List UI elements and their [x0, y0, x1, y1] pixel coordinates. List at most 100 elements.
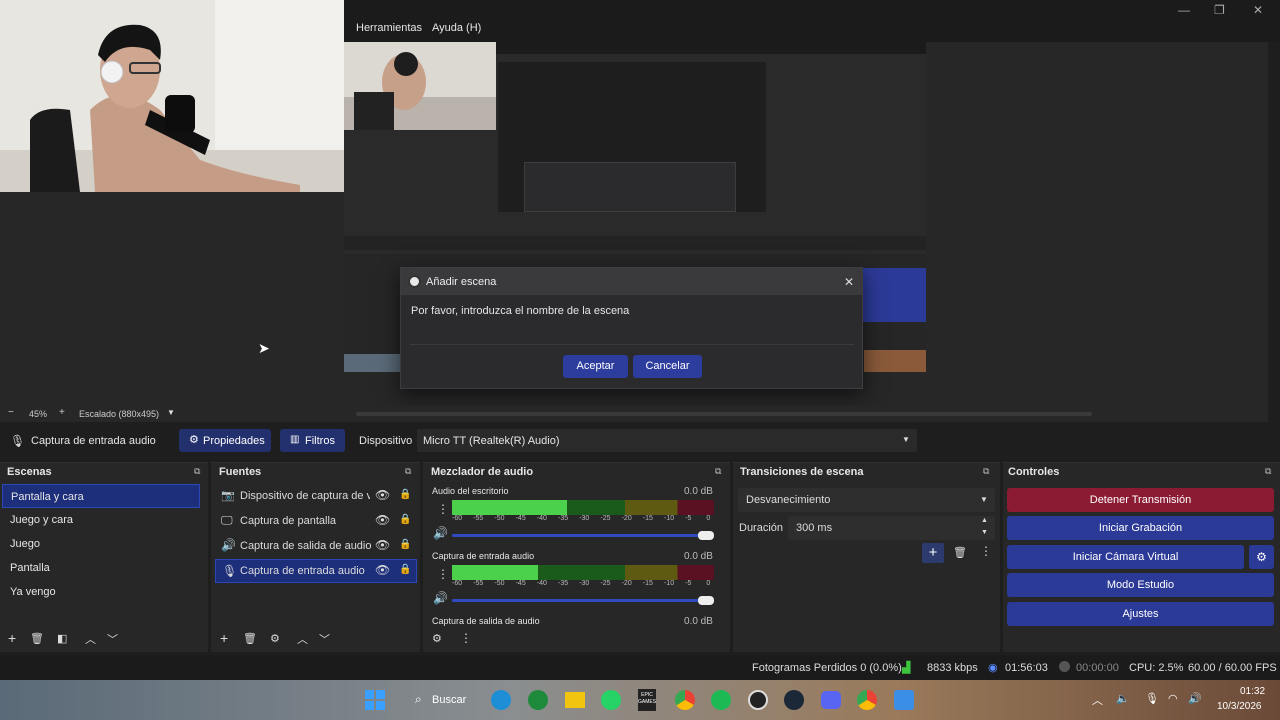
clock-date[interactable]: 10/3/2026 — [1217, 701, 1262, 712]
undock-icon[interactable]: ⧉ — [405, 466, 411, 477]
move-up-button[interactable]: ︿ — [297, 631, 308, 647]
volume-slider[interactable] — [452, 596, 714, 605]
lock-icon[interactable]: 🔒 — [399, 539, 411, 550]
accept-button[interactable]: Aceptar — [563, 355, 628, 378]
edge-icon[interactable] — [491, 690, 511, 710]
channel-menu-icon[interactable]: ⋮ — [437, 502, 449, 516]
chrome-profile-icon[interactable] — [857, 690, 877, 710]
mixer-menu-icon[interactable]: ⋮ — [460, 631, 472, 645]
obs-icon[interactable] — [748, 690, 768, 710]
menu-herramientas[interactable]: Herramientas — [356, 22, 422, 34]
tray-chevron-icon[interactable]: ︿ — [1092, 692, 1103, 708]
scene-item[interactable]: Pantalla — [2, 556, 200, 580]
mute-speaker-icon[interactable]: 🔊 — [433, 526, 448, 540]
source-item[interactable]: 📷 Dispositivo de captura de vi 👁 🔒 — [215, 484, 417, 508]
camera-icon: 📷 — [221, 490, 235, 502]
meter-scale-label: -60 — [452, 515, 463, 522]
dialog-close-button[interactable]: ✕ — [844, 275, 854, 289]
advanced-audio-icon[interactable]: ⚙ — [432, 632, 442, 645]
preview-scrollbar[interactable] — [356, 412, 1092, 416]
add-transition-button[interactable]: + — [922, 543, 944, 563]
spotify-icon[interactable] — [711, 690, 731, 710]
discord-icon[interactable] — [821, 691, 841, 709]
whatsapp-icon[interactable] — [601, 690, 621, 710]
move-up-button[interactable]: ︿ — [85, 631, 96, 647]
channel-menu-icon[interactable]: ⋮ — [437, 567, 449, 581]
scene-item[interactable]: Ya vengo — [2, 580, 200, 604]
lock-icon[interactable]: 🔒 — [399, 564, 411, 575]
maximize-button[interactable]: ❐ — [1214, 3, 1225, 17]
mic-tray-icon[interactable]: 🎙 — [1145, 692, 1159, 705]
volume-icon[interactable]: 🔈 — [1116, 692, 1130, 705]
lock-icon[interactable]: 🔒 — [399, 489, 411, 500]
chevron-down-icon[interactable]: ▼ — [981, 529, 988, 536]
scene-item[interactable]: Pantalla y cara — [2, 484, 200, 508]
clock-time[interactable]: 01:32 — [1240, 686, 1265, 697]
add-source-button[interactable]: + — [220, 630, 228, 646]
mute-speaker-icon[interactable]: 🔊 — [433, 591, 448, 605]
windows-start-icon[interactable] — [365, 690, 385, 710]
close-window-button[interactable]: ✕ — [1253, 3, 1263, 17]
device-select[interactable]: Micro TT (Realtek(R) Audio) ▼ — [417, 429, 917, 452]
taskbar-search[interactable]: Buscar — [432, 694, 466, 706]
minimize-button[interactable]: — — [1178, 3, 1190, 17]
steam-icon[interactable] — [784, 690, 804, 710]
undock-icon[interactable]: ⧉ — [194, 466, 200, 477]
cancel-button[interactable]: Cancelar — [633, 355, 702, 378]
eye-icon[interactable]: 👁 — [375, 488, 390, 502]
sources-title: Fuentes — [219, 466, 262, 478]
source-item[interactable]: 🔊 Captura de salida de audio 👁 🔒 — [215, 534, 417, 558]
volume-slider[interactable] — [452, 531, 714, 540]
epic-games-icon[interactable]: EPIC GAMES — [638, 689, 656, 711]
scale-dropdown-icon[interactable]: ▼ — [167, 408, 175, 417]
wifi-icon[interactable]: ◠ — [1168, 692, 1178, 705]
folder-icon[interactable] — [565, 692, 585, 708]
filters-button[interactable]: ▥ Filtros — [280, 429, 345, 452]
move-down-button[interactable]: ﹀ — [107, 631, 118, 647]
scene-filters-button[interactable]: ◧ — [57, 632, 67, 645]
source-item[interactable]: 🖵 Captura de pantalla 👁 🔒 — [215, 509, 417, 533]
meter-scale-label: -35 — [558, 515, 569, 522]
remove-source-button[interactable]: 🗑 — [243, 632, 257, 645]
chrome-icon[interactable] — [675, 690, 695, 710]
chevron-up-icon[interactable]: ▲ — [981, 517, 988, 524]
xbox-icon[interactable] — [528, 690, 548, 710]
start-recording-button[interactable]: Iniciar Grabación — [1007, 516, 1274, 540]
source-settings-button[interactable]: ⚙ — [270, 632, 280, 645]
speaker-tray-icon[interactable]: 🔊 — [1188, 692, 1202, 705]
eye-icon[interactable]: 👁 — [375, 513, 390, 527]
search-icon[interactable]: ⌕ — [415, 692, 422, 707]
undock-icon[interactable]: ⧉ — [983, 466, 989, 477]
scene-name-input[interactable] — [410, 323, 854, 345]
app-icon[interactable] — [894, 690, 914, 710]
eye-icon[interactable]: 👁 — [375, 563, 390, 577]
lock-icon[interactable]: 🔒 — [399, 514, 411, 525]
microphone-icon: 🎙 — [10, 434, 26, 448]
remove-scene-button[interactable]: 🗑 — [30, 632, 44, 645]
volume-slider-handle[interactable] — [698, 596, 714, 605]
transition-menu-icon[interactable]: ⋮ — [980, 544, 992, 558]
properties-button[interactable]: ⚙ Propiedades — [179, 429, 271, 452]
virtual-camera-settings-button[interactable]: ⚙ — [1249, 545, 1274, 569]
duration-input[interactable]: 300 ms ▲ ▼ — [788, 516, 995, 540]
menu-ayuda[interactable]: Ayuda (H) — [432, 22, 481, 34]
transition-select[interactable]: Desvanecimiento ▼ — [738, 488, 995, 512]
meter-scale-label: -5 — [685, 580, 692, 587]
zoom-out-button[interactable]: − — [8, 407, 14, 418]
stop-stream-button[interactable]: Detener Transmisión — [1007, 488, 1274, 512]
settings-button[interactable]: Ajustes — [1007, 602, 1274, 626]
undock-icon[interactable]: ⧉ — [715, 466, 721, 477]
undock-icon[interactable]: ⧉ — [1265, 466, 1271, 477]
cpu-usage: CPU: 2.5% — [1129, 662, 1184, 674]
eye-icon[interactable]: 👁 — [375, 538, 390, 552]
scene-item[interactable]: Juego — [2, 532, 200, 556]
zoom-in-button[interactable]: + — [59, 407, 65, 418]
scene-item[interactable]: Juego y cara — [2, 508, 200, 532]
remove-transition-button[interactable]: 🗑 — [953, 546, 967, 559]
source-item[interactable]: 🎙 Captura de entrada audio 👁 🔒 — [215, 559, 417, 583]
add-scene-button[interactable]: + — [8, 630, 16, 646]
volume-slider-handle[interactable] — [698, 531, 714, 540]
studio-mode-button[interactable]: Modo Estudio — [1007, 573, 1274, 597]
virtual-camera-button[interactable]: Iniciar Cámara Virtual — [1007, 545, 1244, 569]
move-down-button[interactable]: ﹀ — [319, 631, 330, 647]
